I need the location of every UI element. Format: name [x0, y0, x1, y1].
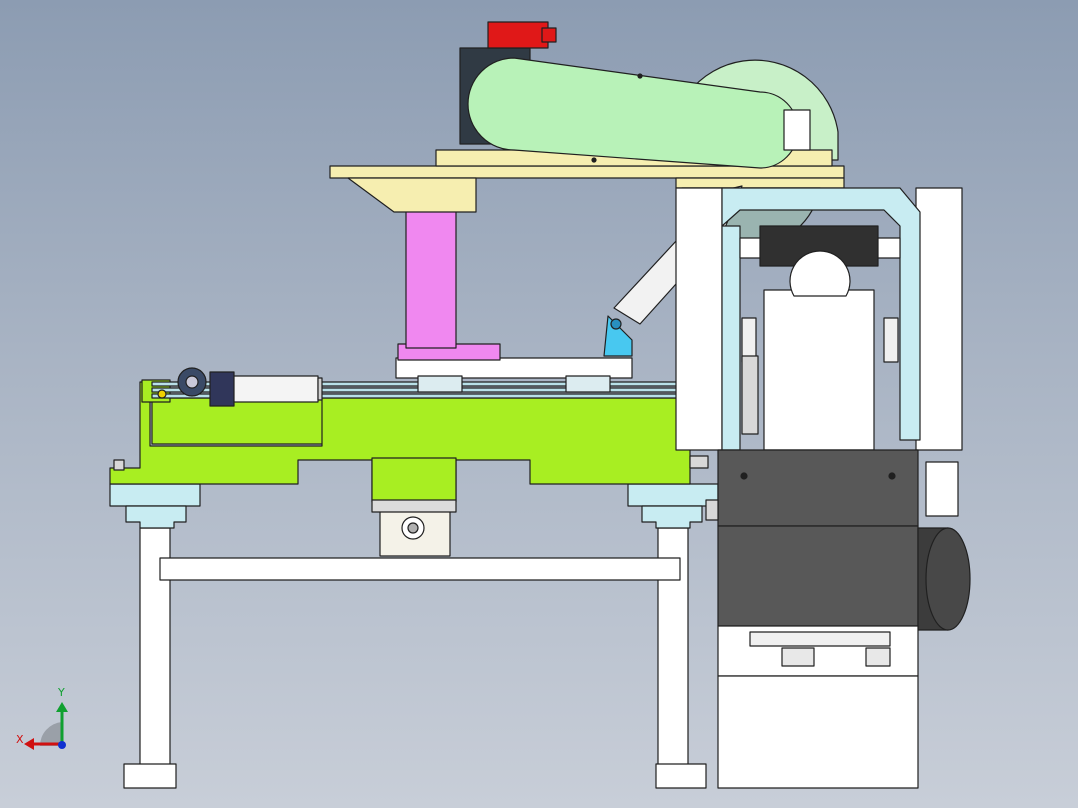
drive-motor	[917, 527, 971, 631]
table-mount-block	[371, 457, 457, 503]
axis-y-label: Y	[58, 686, 65, 699]
gear-housing	[717, 449, 919, 527]
cad-viewport[interactable]: X Y	[0, 0, 1078, 808]
linear-bearing-left	[109, 483, 201, 529]
cad-drawing	[24, 21, 971, 789]
drive-housing	[717, 525, 919, 627]
axis-triad-icon	[24, 702, 68, 750]
right-stand	[717, 625, 919, 789]
lower-gearbox	[371, 499, 457, 557]
linear-bearing-right	[627, 483, 719, 529]
carriage-plate	[395, 357, 633, 393]
left-support-frame	[123, 527, 707, 789]
motor-bracket	[925, 461, 959, 517]
right-guide-frame	[675, 187, 963, 451]
axis-x-label: X	[16, 733, 24, 746]
guard-bracket	[783, 109, 811, 151]
